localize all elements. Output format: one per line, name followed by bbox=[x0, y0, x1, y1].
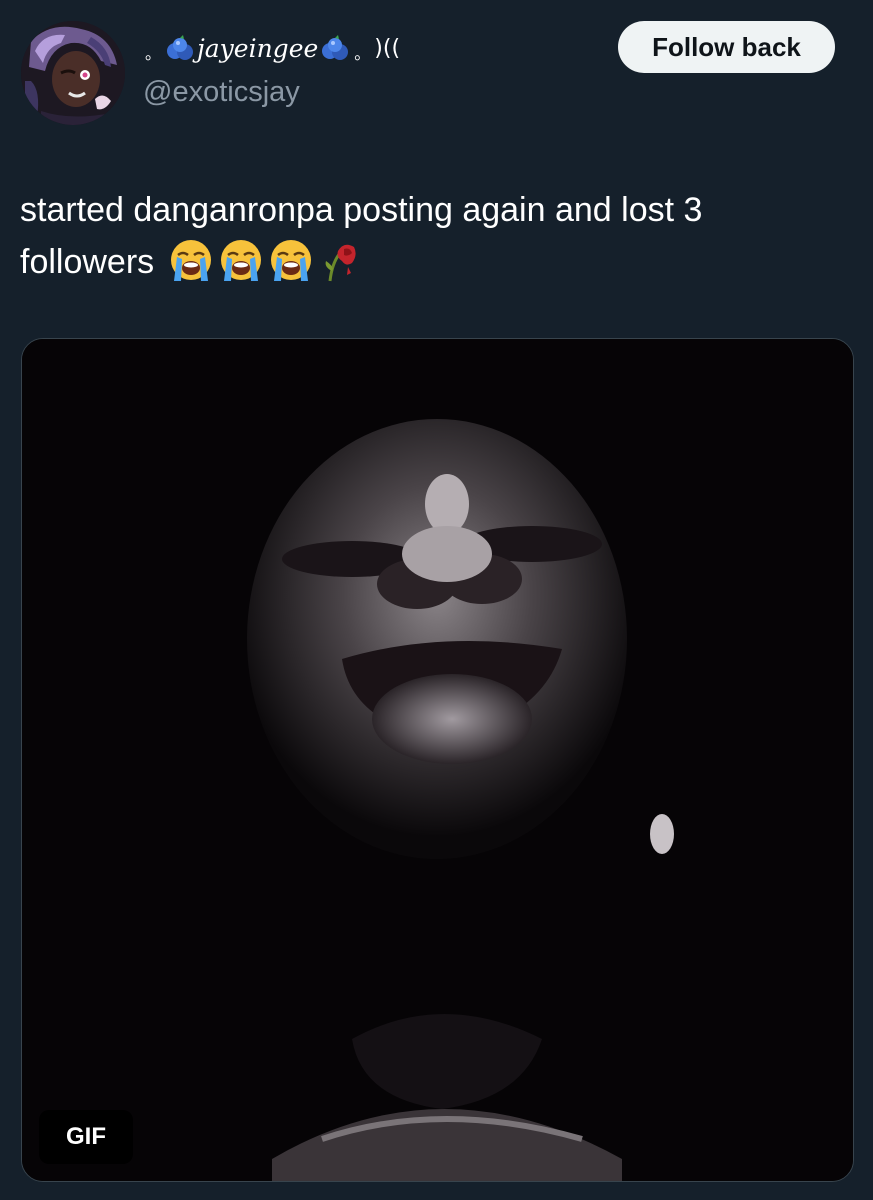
follow-back-button[interactable]: Follow back bbox=[618, 21, 835, 73]
anime-avatar-icon bbox=[21, 21, 125, 125]
avatar[interactable] bbox=[21, 21, 125, 125]
blueberries-icon bbox=[165, 34, 195, 62]
loudly-crying-face-icon bbox=[268, 237, 314, 283]
tweet-text-line2: followers bbox=[20, 243, 155, 281]
name-text: jayeingee bbox=[197, 33, 319, 63]
loudly-crying-face-icon bbox=[168, 237, 214, 283]
gif-badge: GIF bbox=[39, 1110, 133, 1164]
tweet-text-line1: started danganronpa posting again and lo… bbox=[20, 191, 703, 229]
blueberries-icon bbox=[320, 34, 350, 62]
tweet-text: started danganronpa posting again and lo… bbox=[20, 184, 850, 288]
crying-face-photo bbox=[22, 339, 853, 1181]
wilted-flower-icon bbox=[318, 237, 364, 283]
display-name[interactable]: 。 jayeingee 。 )(( bbox=[143, 30, 400, 66]
name-prefix: 。 bbox=[145, 44, 162, 63]
loudly-crying-face-icon bbox=[218, 237, 264, 283]
user-handle[interactable]: @exoticsjay bbox=[143, 76, 300, 109]
name-suffix: 。 bbox=[354, 44, 371, 63]
tweet: 。 jayeingee 。 )(( @exoticsjay Follow bac… bbox=[0, 0, 873, 1200]
name-bracket: )(( bbox=[374, 35, 401, 61]
gif-media[interactable]: GIF bbox=[21, 338, 854, 1182]
